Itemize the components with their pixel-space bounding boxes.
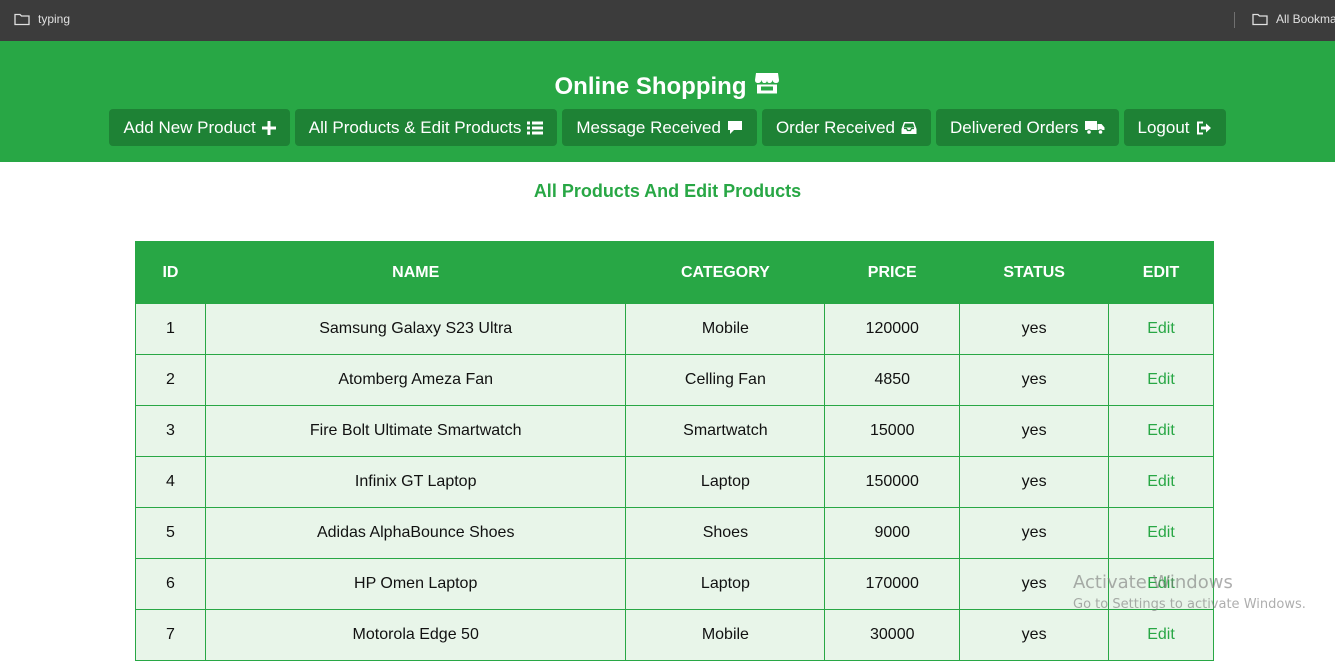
table-row: 7 Motorola Edge 50 Mobile 30000 yes Edit — [135, 609, 1214, 661]
cell-id: 3 — [135, 405, 206, 457]
table-row: 2 Atomberg Ameza Fan Celling Fan 4850 ye… — [135, 354, 1214, 406]
cell-status: yes — [959, 405, 1110, 457]
cell-status: yes — [959, 609, 1110, 661]
nav-label: Delivered Orders — [950, 117, 1079, 137]
bookmark-folder-all-bookmarks[interactable]: All Bookma — [1252, 12, 1335, 26]
nav-label: Message Received — [576, 117, 721, 137]
order-received-button[interactable]: Order Received — [761, 109, 932, 146]
cell-category: Shoes — [625, 507, 826, 559]
site-header: Online Shopping Add New Product All Prod… — [0, 41, 1335, 162]
edit-link[interactable]: Edit — [1108, 507, 1214, 559]
nav-label: All Products & Edit Products — [308, 117, 522, 137]
delivered-orders-button[interactable]: Delivered Orders — [936, 109, 1119, 146]
add-new-product-button[interactable]: Add New Product — [109, 109, 290, 146]
bookmark-folder-typing[interactable]: typing — [14, 12, 70, 26]
edit-link[interactable]: Edit — [1108, 405, 1214, 457]
table-row: 5 Adidas AlphaBounce Shoes Shoes 9000 ye… — [135, 507, 1214, 559]
bookmarks-divider — [1234, 12, 1235, 28]
cell-name: HP Omen Laptop — [204, 558, 627, 610]
table-row: 1 Samsung Galaxy S23 Ultra Mobile 120000… — [135, 303, 1214, 355]
table-row: 4 Infinix GT Laptop Laptop 150000 yes Ed… — [135, 456, 1214, 508]
message-received-button[interactable]: Message Received — [562, 109, 757, 146]
cell-name: Motorola Edge 50 — [204, 609, 627, 661]
table-row: 6 HP Omen Laptop Laptop 170000 yes Edit — [135, 558, 1214, 610]
cell-status: yes — [959, 354, 1110, 406]
nav-label: Add New Product — [123, 117, 256, 137]
cell-price: 4850 — [824, 354, 961, 406]
cell-category: Laptop — [625, 456, 826, 508]
cell-category: Laptop — [625, 558, 826, 610]
cell-price: 150000 — [824, 456, 961, 508]
cell-id: 6 — [135, 558, 206, 610]
bookmarks-bar: typing All Bookma — [0, 0, 1335, 41]
products-table: ID NAME CATEGORY PRICE STATUS EDIT 1 Sam… — [135, 241, 1214, 661]
logout-button[interactable]: Logout — [1123, 109, 1226, 146]
cell-status: yes — [959, 507, 1110, 559]
cell-price: 15000 — [824, 405, 961, 457]
cell-name: Infinix GT Laptop — [204, 456, 627, 508]
cell-category: Celling Fan — [625, 354, 826, 406]
plus-icon — [261, 120, 276, 135]
site-title-text: Online Shopping — [554, 72, 747, 100]
cell-id: 7 — [135, 609, 206, 661]
cell-name: Fire Bolt Ultimate Smartwatch — [204, 405, 627, 457]
comment-icon — [727, 120, 743, 135]
table-header-row: ID NAME CATEGORY PRICE STATUS EDIT — [135, 241, 1214, 304]
cell-name: Samsung Galaxy S23 Ultra — [204, 303, 627, 355]
sign-out-icon — [1196, 121, 1212, 135]
column-header-id: ID — [135, 241, 206, 304]
inbox-icon — [901, 121, 917, 135]
cell-id: 4 — [135, 456, 206, 508]
folder-icon — [1252, 12, 1268, 26]
site-title: Online Shopping — [0, 71, 1335, 102]
edit-link[interactable]: Edit — [1108, 558, 1214, 610]
page-title: All Products And Edit Products — [533, 181, 802, 201]
main-nav: Add New Product All Products & Edit Prod… — [0, 109, 1335, 146]
table-row: 3 Fire Bolt Ultimate Smartwatch Smartwat… — [135, 405, 1214, 457]
column-header-edit: EDIT — [1108, 241, 1214, 304]
cell-status: yes — [959, 303, 1110, 355]
cell-price: 9000 — [824, 507, 961, 559]
column-header-category: CATEGORY — [625, 241, 826, 304]
cell-category: Smartwatch — [625, 405, 826, 457]
cell-id: 5 — [135, 507, 206, 559]
bookmark-label: typing — [38, 12, 71, 26]
all-products-edit-button[interactable]: All Products & Edit Products — [294, 109, 558, 146]
edit-link[interactable]: Edit — [1108, 354, 1214, 406]
cell-name: Adidas AlphaBounce Shoes — [204, 507, 627, 559]
store-icon — [754, 71, 780, 102]
cell-price: 170000 — [824, 558, 961, 610]
edit-link[interactable]: Edit — [1108, 456, 1214, 508]
column-header-price: PRICE — [824, 241, 961, 304]
folder-icon — [14, 12, 30, 26]
truck-icon — [1084, 120, 1105, 135]
cell-price: 30000 — [824, 609, 961, 661]
cell-status: yes — [959, 558, 1110, 610]
cell-status: yes — [959, 456, 1110, 508]
bookmark-label: All Bookma — [1276, 12, 1335, 26]
cell-id: 1 — [135, 303, 206, 355]
list-icon — [527, 121, 544, 135]
cell-category: Mobile — [625, 303, 826, 355]
edit-link[interactable]: Edit — [1108, 609, 1214, 661]
edit-link[interactable]: Edit — [1108, 303, 1214, 355]
column-header-status: STATUS — [959, 241, 1110, 304]
cell-price: 120000 — [824, 303, 961, 355]
nav-label: Logout — [1137, 117, 1190, 137]
nav-label: Order Received — [775, 117, 896, 137]
cell-id: 2 — [135, 354, 206, 406]
column-header-name: NAME — [204, 241, 627, 304]
cell-name: Atomberg Ameza Fan — [204, 354, 627, 406]
cell-category: Mobile — [625, 609, 826, 661]
